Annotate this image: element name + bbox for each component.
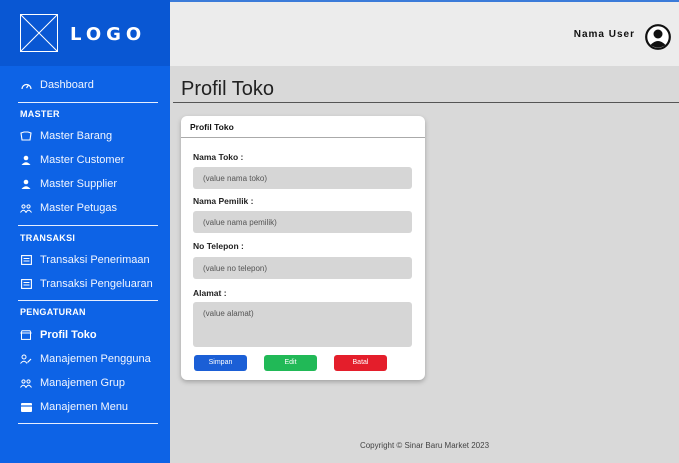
user-avatar-icon[interactable]: [645, 24, 671, 50]
sidebar-item-manajemen-pengguna[interactable]: Manajemen Pengguna: [20, 352, 151, 366]
divider: [18, 102, 158, 103]
sidebar-item-label: Master Petugas: [40, 202, 118, 214]
divider: [18, 225, 158, 226]
logo-text: LOGO: [70, 24, 147, 45]
tag-icon: [20, 130, 32, 142]
title-divider: [173, 102, 679, 103]
simpan-button[interactable]: Simpan: [194, 355, 247, 371]
divider: [18, 300, 158, 301]
section-title-master: MASTER: [20, 109, 60, 119]
sidebar-item-label: Transaksi Pengeluaran: [40, 278, 153, 290]
sidebar-item-label: Manajemen Menu: [40, 401, 129, 413]
sidebar-item-label: Manajemen Grup: [40, 377, 125, 389]
sidebar-item-label: Profil Toko: [40, 329, 97, 341]
edit-button[interactable]: Edit: [264, 355, 317, 371]
section-title-pengaturan: PENGATURAN: [20, 307, 86, 317]
dashboard-icon: [20, 79, 32, 91]
user-name[interactable]: Nama User: [574, 29, 635, 40]
page-title: Profil Toko: [181, 78, 275, 100]
section-title-transaksi: TRANSAKSI: [20, 233, 76, 243]
sidebar-item-profil-toko[interactable]: Profil Toko: [20, 328, 97, 342]
logo-placeholder-icon: [20, 14, 58, 52]
sidebar-item-master-customer[interactable]: Master Customer: [20, 153, 124, 167]
nama-toko-label: Nama Toko :: [193, 152, 244, 162]
top-bar: Nama User: [170, 0, 679, 66]
sidebar-item-transaksi-pengeluaran[interactable]: Transaksi Pengeluaran: [20, 277, 153, 291]
sidebar-item-master-petugas[interactable]: Master Petugas: [20, 201, 117, 215]
document-icon: [20, 254, 32, 266]
alamat-field[interactable]: (value alamat): [193, 302, 412, 347]
sidebar-item-master-supplier[interactable]: Master Supplier: [20, 177, 117, 191]
sidebar-item-label: Master Barang: [40, 130, 113, 142]
divider: [18, 423, 158, 424]
sidebar-item-dashboard[interactable]: Dashboard: [20, 78, 94, 92]
copyright-text: Copyright © Sinar Baru Market 2023: [359, 441, 490, 450]
no-telepon-label: No Telepon :: [193, 241, 244, 251]
sidebar-item-manajemen-menu[interactable]: Manajemen Menu: [20, 400, 128, 414]
users-group-icon: [20, 377, 32, 389]
sidebar-item-label: Master Supplier: [40, 178, 118, 190]
sidebar-item-manajemen-grup[interactable]: Manajemen Grup: [20, 376, 125, 390]
profile-card: Profil Toko Nama Toko : (value nama toko…: [181, 116, 425, 380]
sidebar-item-master-barang[interactable]: Master Barang: [20, 129, 112, 143]
user-icon: [20, 178, 32, 190]
store-icon: [20, 329, 32, 341]
menu-card-icon: [20, 401, 32, 413]
batal-button[interactable]: Batal: [334, 355, 387, 371]
sidebar: LOGO Dashboard MASTER Master Barang Mast…: [0, 0, 170, 463]
no-telepon-field[interactable]: (value no telepon): [193, 257, 412, 279]
sidebar-item-label: Transaksi Penerimaan: [40, 254, 150, 266]
alamat-label: Alamat :: [193, 288, 227, 298]
sidebar-item-label: Dashboard: [40, 79, 94, 91]
card-title: Profil Toko: [181, 116, 425, 138]
nama-toko-field[interactable]: (value nama toko): [193, 167, 412, 189]
user-icon: [20, 154, 32, 166]
nama-pemilik-label: Nama Pemilik :: [193, 196, 254, 206]
user-edit-icon: [20, 353, 32, 365]
sidebar-item-label: Master Customer: [40, 154, 125, 166]
sidebar-item-transaksi-penerimaan[interactable]: Transaksi Penerimaan: [20, 253, 150, 267]
document-icon: [20, 278, 32, 290]
sidebar-item-label: Manajemen Pengguna: [40, 353, 151, 365]
nama-pemilik-field[interactable]: (value nama pemilik): [193, 211, 412, 233]
users-group-icon: [20, 202, 32, 214]
logo[interactable]: LOGO: [0, 0, 170, 66]
